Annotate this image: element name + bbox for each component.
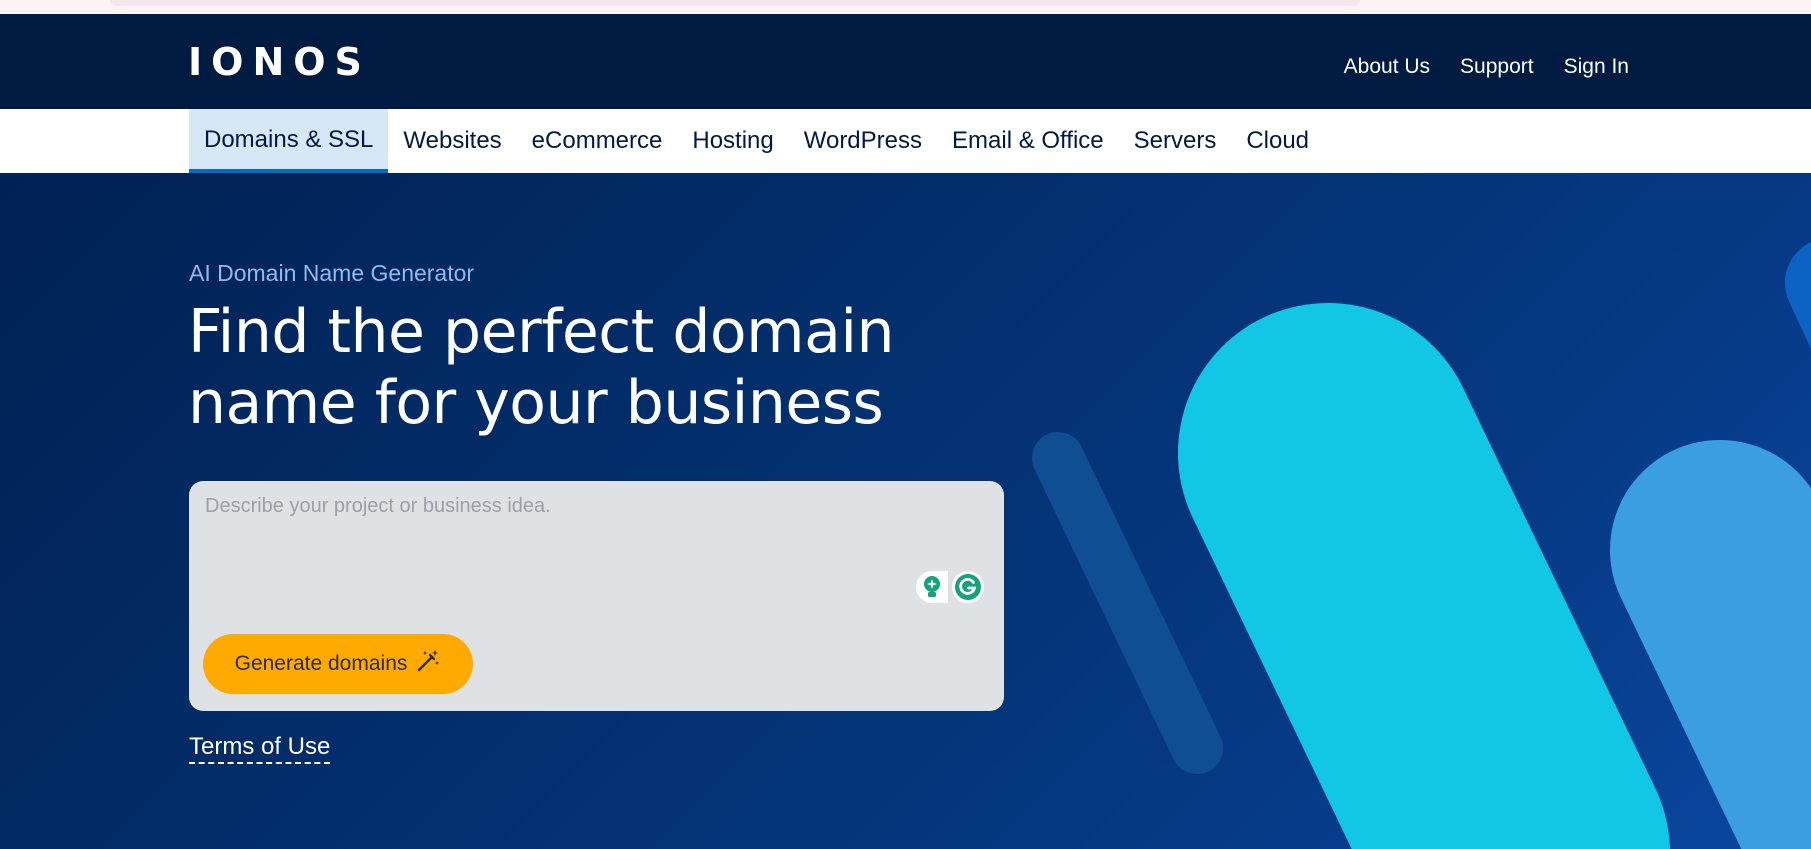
nav-item-wordpress[interactable]: WordPress <box>789 109 937 173</box>
header-links: About Us Support Sign In <box>1344 54 1629 80</box>
site-header: IONOS About Us Support Sign In <box>0 14 1811 109</box>
nav-item-websites[interactable]: Websites <box>388 109 516 173</box>
nav-item-domains-ssl[interactable]: Domains & SSL <box>189 109 389 173</box>
browser-top-strip <box>0 0 1811 14</box>
domain-idea-box: Generate domains <box>189 481 1004 711</box>
about-us-link[interactable]: About Us <box>1344 54 1430 80</box>
generate-domains-button[interactable]: Generate domains <box>203 634 473 694</box>
business-idea-input[interactable] <box>203 493 987 577</box>
ionos-logo[interactable]: IONOS <box>188 42 371 82</box>
tab-shadow <box>110 0 1360 6</box>
nav-item-cloud[interactable]: Cloud <box>1231 109 1324 173</box>
hero-section: AI Domain Name Generator Find the perfec… <box>0 173 1811 849</box>
grammarly-g-icon[interactable] <box>952 571 984 603</box>
nav-item-hosting[interactable]: Hosting <box>677 109 788 173</box>
nav-item-ecommerce[interactable]: eCommerce <box>517 109 678 173</box>
support-link[interactable]: Support <box>1460 54 1534 80</box>
lightbulb-icon[interactable] <box>916 571 948 603</box>
thin-stripe-shape <box>1032 432 1223 774</box>
terms-of-use-link[interactable]: Terms of Use <box>189 732 331 764</box>
hero-eyebrow: AI Domain Name Generator <box>189 260 475 286</box>
magic-wand-icon <box>415 648 441 680</box>
generate-label: Generate domains <box>234 652 408 675</box>
grammarly-widget[interactable] <box>916 569 986 605</box>
light-blue-stripe-shape <box>1610 440 1811 849</box>
sign-in-link[interactable]: Sign In <box>1564 54 1629 80</box>
cyan-stripe-shape <box>1178 303 1670 849</box>
product-nav: Domains & SSL Websites eCommerce Hosting… <box>0 109 1811 173</box>
nav-item-servers[interactable]: Servers <box>1119 109 1232 173</box>
nav-item-email-office[interactable]: Email & Office <box>937 109 1119 173</box>
hero-headline: Find the perfect domain name for your bu… <box>188 297 895 438</box>
